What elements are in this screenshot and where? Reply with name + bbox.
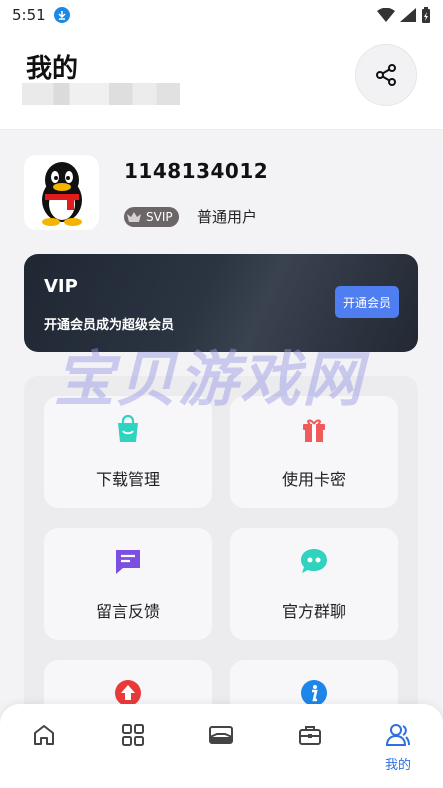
blurred-username [22,83,180,105]
user-id: 1148134012 [124,159,269,183]
battery-icon [422,7,430,23]
share-icon [376,64,396,86]
tile-label: 下载管理 [95,470,160,489]
vip-subtitle: 开通会员成为超级会员 [44,318,175,333]
tile-official-group[interactable]: 官方群聊 [230,528,398,640]
download-notification-icon [53,7,70,23]
svip-badge: SVIP [124,207,179,227]
mail-icon [209,726,233,744]
nav-profile[interactable]: 我的 [376,722,420,782]
tile-label: 使用卡密 [281,470,346,489]
apps-grid-icon [122,724,144,746]
vip-banner[interactable]: VIP 开通会员成为超级会员 开通会员 [24,254,418,352]
nav-profile-label: 我的 [384,758,411,773]
qq-penguin-icon [41,161,82,226]
home-icon [34,725,54,745]
status-bar: 5:51 [0,0,443,30]
svip-label: SVIP [146,210,173,224]
chat-bubble-icon [301,549,327,573]
nav-apps[interactable] [111,722,155,782]
avatar[interactable] [24,155,99,230]
message-icon [116,550,140,574]
signal-icon [400,8,416,22]
user-profile-icon [385,724,410,746]
nav-messages[interactable] [199,722,243,782]
nav-tools[interactable] [288,722,332,782]
user-type: 普通用户 [197,208,258,226]
wifi-icon [377,8,395,22]
watermark: 宝贝游戏网 [54,345,364,415]
vip-title: VIP [44,276,78,297]
page-title: 我的 [26,54,79,84]
nav-home[interactable] [22,722,66,782]
bottom-nav: 我的 [0,704,443,788]
tile-label: 官方群聊 [281,602,346,621]
tile-feedback[interactable]: 留言反馈 [44,528,212,640]
crown-icon [127,212,141,222]
tile-label: 留言反馈 [95,602,160,621]
briefcase-icon [299,726,321,745]
share-button[interactable] [355,44,417,106]
status-time: 5:51 [12,6,46,24]
page-header: 我的 [0,30,443,130]
open-vip-button[interactable]: 开通会员 [335,286,399,318]
